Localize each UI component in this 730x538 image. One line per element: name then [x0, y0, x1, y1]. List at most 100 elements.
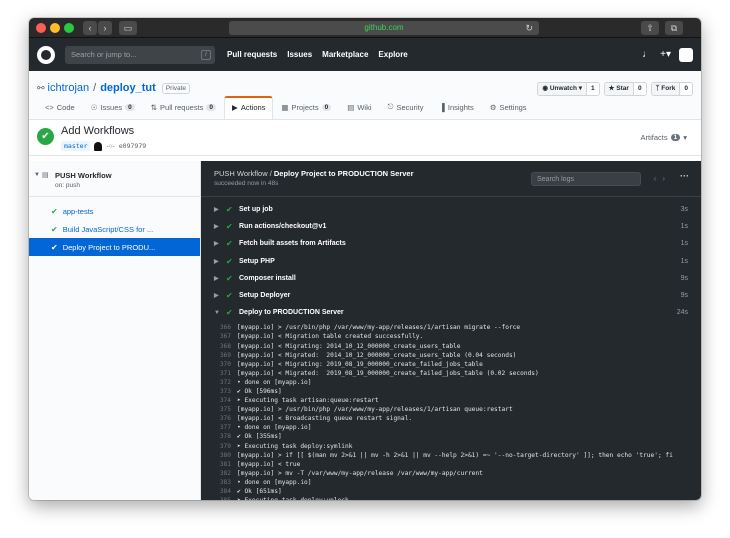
log-line: 384 ✔ Ok [651ms] [201, 487, 701, 496]
minimize-window-button[interactable] [50, 23, 60, 33]
tab-issues[interactable]: ☉ Issues 0 [83, 96, 143, 120]
log-line-text: ✔ Ok [651ms] [237, 488, 282, 495]
author-avatar[interactable] [94, 141, 103, 151]
log-line: 375 [myapp.io] > /usr/bin/php /var/www/my… [201, 405, 701, 414]
star-count[interactable]: 0 [632, 83, 646, 95]
step-deploy-production[interactable]: ▼ ✔ Deploy to PRODUCTION Server 24s [201, 304, 701, 321]
nav-marketplace[interactable]: Marketplace [322, 50, 368, 59]
log-line-number[interactable]: 368 [201, 342, 237, 351]
fork-button[interactable]: ᛉ Fork 0 [650, 82, 693, 96]
log-line-number[interactable]: 384 [201, 487, 237, 496]
chevron-right-icon: ▶ [214, 275, 219, 282]
more-options-icon[interactable]: ··· [680, 171, 689, 181]
branch-badge[interactable]: master [61, 141, 91, 151]
success-check-icon: ✔ [37, 128, 54, 145]
log-line-number[interactable]: 375 [201, 405, 237, 414]
reload-icon[interactable]: ↻ [525, 21, 533, 35]
search-input[interactable]: Search or jump to... / [65, 45, 215, 64]
tab-code-label: Code [56, 102, 75, 112]
log-line: 385➤ Executing task deploy:unlock [201, 496, 701, 500]
job-item-app-tests[interactable]: ✔ app-tests [29, 202, 200, 220]
tab-projects[interactable]: ▦ Projects 0 [273, 96, 339, 120]
commit-sha[interactable]: e097979 [119, 142, 146, 150]
nav-pull-requests[interactable]: Pull requests [227, 50, 277, 59]
log-line: 376 [myapp.io] < Broadcasting queue resta… [201, 414, 701, 423]
log-line: 371 [myapp.io] < Migrated: 2019_08_19_000… [201, 369, 701, 378]
chevron-right-icon[interactable]: › [662, 174, 671, 183]
tab-code[interactable]: <> Code [37, 96, 83, 120]
fork-count[interactable]: 0 [679, 83, 692, 95]
tab-insights[interactable]: ▐ Insights [432, 96, 482, 120]
watch-count[interactable]: 1 [586, 83, 599, 95]
forward-icon[interactable]: › [98, 21, 112, 35]
nav-issues[interactable]: Issues [287, 50, 312, 59]
log-line-number[interactable]: 378 [201, 432, 237, 441]
tab-pull-requests[interactable]: ⇅ Pull requests 0 [143, 96, 224, 120]
avatar-icon[interactable] [679, 47, 693, 62]
tab-wiki[interactable]: ▤ Wiki [339, 96, 379, 120]
star-button[interactable]: ★ Star 0 [603, 82, 647, 96]
workflow-sidebar: ▼ ▤ PUSH Workflow on: push ✔ app-tests ✔… [29, 161, 201, 500]
step-setup-deployer[interactable]: ▶ ✔ Setup Deployer 9s [201, 287, 701, 304]
log-line: 379 ➤ Executing task deploy:symlink [201, 442, 701, 451]
share-icon[interactable]: ⇧ [641, 21, 659, 35]
log-line-text: [myapp.io] < Migrating: 2019_08_19_00000… [237, 360, 483, 368]
log-line-number[interactable]: 371 [201, 369, 237, 378]
artifacts-dropdown[interactable]: Artifacts 1 ▾ [641, 133, 687, 142]
github-logo-icon[interactable] [37, 45, 55, 64]
tabs-overview-icon[interactable]: ⧉ [665, 21, 683, 35]
zoom-window-button[interactable] [64, 23, 74, 33]
back-icon[interactable]: ‹ [83, 21, 97, 35]
tab-settings[interactable]: ⚙ Settings [482, 96, 535, 120]
plus-icon[interactable]: +▾ [660, 49, 671, 60]
step-duration: 1s [680, 257, 688, 265]
log-line-number[interactable]: 374 [201, 396, 237, 405]
close-window-button[interactable] [36, 23, 46, 33]
log-line-number[interactable]: 385 [201, 496, 237, 500]
check-icon: ✔ [51, 206, 58, 216]
search-logs-input[interactable]: Search logs [531, 172, 641, 186]
check-icon: ✔ [226, 273, 233, 283]
unwatch-button[interactable]: ◉ Unwatch ▾ 1 [537, 82, 600, 96]
step-setup-php[interactable]: ▶ ✔ Setup PHP 1s [201, 253, 701, 270]
job-item-deploy[interactable]: ✔ Deploy Project to PRODU... [29, 238, 200, 256]
log-line-number[interactable]: 370 [201, 360, 237, 369]
log-line-text: [myapp.io] > /usr/bin/php /var/www/my-ap… [237, 406, 513, 414]
log-line-number[interactable]: 376 [201, 414, 237, 423]
step-set-up-job[interactable]: ▶ ✔ Set up job 3s [201, 201, 701, 218]
tab-security[interactable]: ⎋ Security [380, 96, 432, 120]
console-status: succeeded now in 48s [214, 180, 279, 187]
job-item-build-assets[interactable]: ✔ Build JavaScript/CSS for ... [29, 220, 200, 238]
log-line-number[interactable]: 379 [201, 442, 237, 451]
tab-projects-label: Projects [291, 102, 319, 112]
repo-owner-link[interactable]: ichtrojan [48, 82, 90, 94]
step-fetch-assets[interactable]: ▶ ✔ Fetch built assets from Artifacts 1s [201, 235, 701, 252]
log-line-number[interactable]: 366 [201, 323, 237, 332]
sidebar-toggle-icon[interactable]: ▭ [119, 21, 137, 35]
tab-issues-count: 0 [125, 103, 135, 111]
log-line-number[interactable]: 377 [201, 423, 237, 432]
log-line-number[interactable]: 369 [201, 351, 237, 360]
log-line-number[interactable]: 373 [201, 387, 237, 396]
address-bar[interactable]: github.com ↻ [229, 21, 539, 35]
tab-insights-label: Insights [447, 102, 474, 112]
chevron-down-icon[interactable]: ▼ [34, 172, 40, 178]
console-header: PUSH Workflow / Deploy Project to PRODUC… [201, 161, 701, 197]
repo-name-link[interactable]: deploy_tut [100, 82, 156, 94]
log-line: 368 [myapp.io] < Migrating: 2014_10_12_00… [201, 342, 701, 351]
log-line-number[interactable]: 380 [201, 451, 237, 460]
log-line-text: • done on [myapp.io] [237, 424, 312, 432]
step-duration: 1s [680, 223, 688, 231]
chevron-down-icon: ▼ [214, 309, 220, 316]
log-line-number[interactable]: 381 [201, 460, 237, 469]
tab-actions[interactable]: ▶ Actions [224, 96, 274, 120]
log-line-number[interactable]: 367 [201, 332, 237, 341]
bell-icon[interactable]: ♩ [642, 49, 652, 60]
log-line-number[interactable]: 382 [201, 469, 237, 478]
log-line-number[interactable]: 383 [201, 478, 237, 487]
nav-explore[interactable]: Explore [378, 50, 407, 59]
step-composer-install[interactable]: ▶ ✔ Composer install 9s [201, 270, 701, 287]
workflow-header[interactable]: ▼ ▤ PUSH Workflow on: push [29, 161, 200, 197]
step-checkout[interactable]: ▶ ✔ Run actions/checkout@v1 1s [201, 218, 701, 235]
log-line-number[interactable]: 372 [201, 378, 237, 387]
